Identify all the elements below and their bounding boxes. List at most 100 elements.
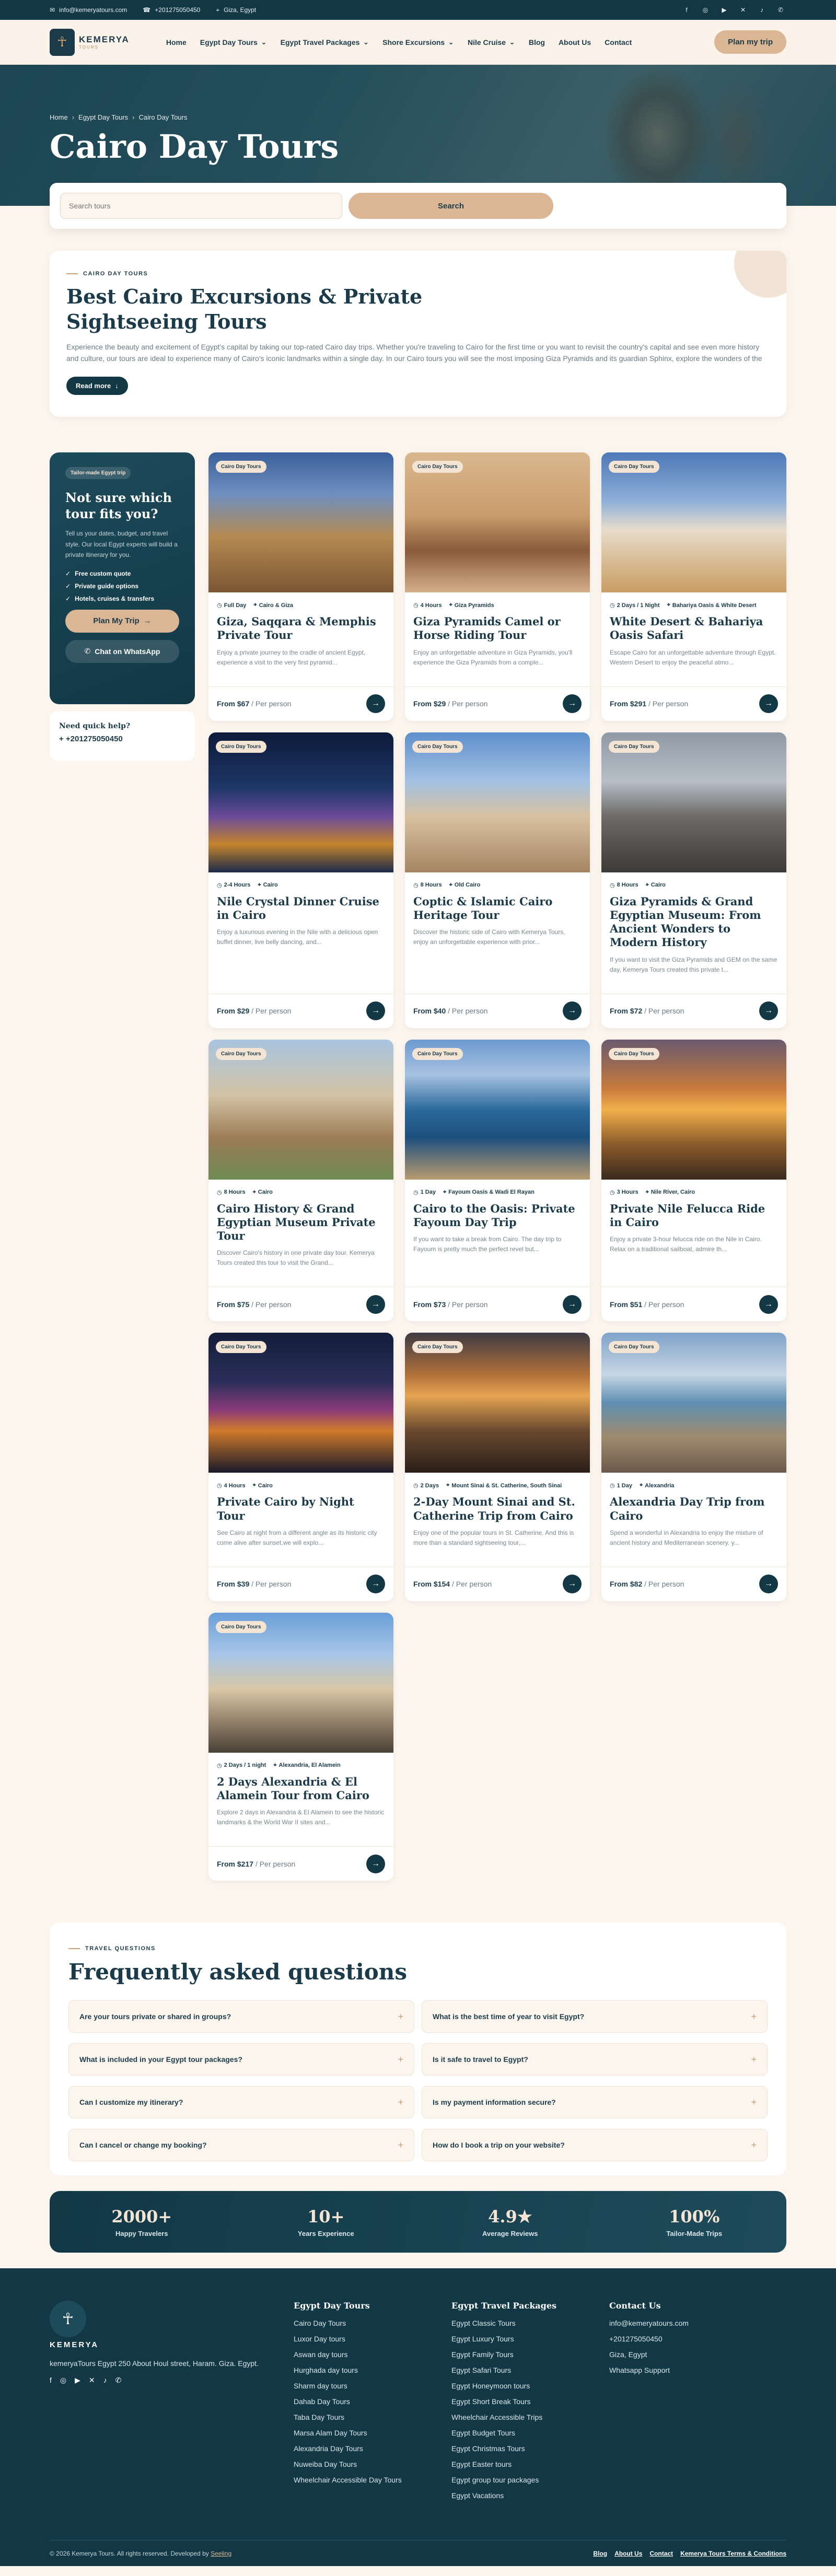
tour-card[interactable]: Cairo Day Tours ◷ 8 Hours ⌖ Cairo Cairo Histo…	[208, 1039, 393, 1322]
tour-image[interactable]: Cairo Day Tours	[601, 452, 786, 592]
footer-link[interactable]: Wheelchair Accessible Day Tours	[294, 2476, 451, 2484]
breadcrumb-egypt-day-tours[interactable]: Egypt Day Tours	[78, 113, 128, 121]
facebook-icon[interactable]: f	[50, 2376, 52, 2385]
tour-title[interactable]: Private Cairo by Night Tour	[217, 1495, 385, 1523]
tour-title[interactable]: Giza Pyramids & Grand Egyptian Museum: F…	[610, 895, 778, 950]
view-tour-button[interactable]: →	[759, 694, 778, 713]
view-tour-button[interactable]: →	[366, 1001, 385, 1020]
footer-logo[interactable]: ☥ KEMERYA	[50, 2301, 294, 2349]
footer-link[interactable]: Egypt Family Tours	[451, 2350, 609, 2359]
view-tour-button[interactable]: →	[759, 1575, 778, 1594]
tour-card[interactable]: Cairo Day Tours ◷ 2-4 Hours ⌖ Cairo Nile Crys…	[208, 732, 393, 1028]
read-more-button[interactable]: Read more ↓	[66, 377, 128, 395]
nav-item-egypt-travel-packages[interactable]: Egypt Travel Packages ⌄	[281, 38, 369, 46]
footer-link[interactable]: Aswan day tours	[294, 2350, 451, 2359]
tour-image[interactable]: Cairo Day Tours	[405, 732, 590, 872]
faq-item[interactable]: How do I book a trip on your website? +	[422, 2129, 768, 2162]
footer-link[interactable]: Egypt Luxury Tours	[451, 2335, 609, 2343]
tour-image[interactable]: Cairo Day Tours	[601, 1333, 786, 1473]
footer-link[interactable]: Egypt Budget Tours	[451, 2429, 609, 2437]
topbar-phone[interactable]: ☎ +201275050450	[143, 6, 200, 14]
view-tour-button[interactable]: →	[759, 1295, 778, 1314]
faq-item[interactable]: Is my payment information secure? +	[422, 2086, 768, 2119]
footer-link[interactable]: Egypt Honeymoon tours	[451, 2382, 609, 2390]
view-tour-button[interactable]: →	[366, 1575, 385, 1594]
tour-card[interactable]: Cairo Day Tours ◷ Full Day ⌖ Cairo & Giza Giz…	[208, 452, 393, 721]
logo[interactable]: ☥ KEMERYA TOURS	[50, 28, 130, 56]
footer-link[interactable]: Egypt Easter tours	[451, 2460, 609, 2468]
whatsapp-icon[interactable]: ✆	[115, 2376, 122, 2385]
instagram-icon[interactable]: ◎	[60, 2376, 66, 2385]
tour-card[interactable]: Cairo Day Tours ◷ 4 Hours ⌖ Cairo Private Cai…	[208, 1333, 393, 1601]
tour-title[interactable]: Cairo History & Grand Egyptian Museum Pr…	[217, 1202, 385, 1243]
footer-link[interactable]: Marsa Alam Day Tours	[294, 2429, 451, 2437]
tour-title[interactable]: 2-Day Mount Sinai and St. Catherine Trip…	[413, 1495, 582, 1523]
tour-image[interactable]: Cairo Day Tours	[405, 1039, 590, 1180]
footer-link[interactable]: Cairo Day Tours	[294, 2319, 451, 2327]
footer-link[interactable]: Dahab Day Tours	[294, 2397, 451, 2406]
x-twitter-icon[interactable]: ✕	[737, 4, 749, 16]
footer-link[interactable]: Egypt Christmas Tours	[451, 2444, 609, 2453]
view-tour-button[interactable]: →	[563, 1295, 582, 1314]
view-tour-button[interactable]: →	[563, 1001, 582, 1020]
footer-link[interactable]: Whatsapp Support	[609, 2366, 767, 2374]
footer-link[interactable]: Luxor Day tours	[294, 2335, 451, 2343]
tour-image[interactable]: Cairo Day Tours	[208, 1333, 393, 1473]
faq-item[interactable]: Can I customize my itinerary? +	[68, 2086, 414, 2119]
tour-card[interactable]: Cairo Day Tours ◷ 1 Day ⌖ Fayoum Oasis & Wad…	[405, 1039, 590, 1322]
search-input[interactable]	[60, 193, 342, 219]
footer-link[interactable]: Nuweiba Day Tours	[294, 2460, 451, 2468]
tour-card[interactable]: Cairo Day Tours ◷ 4 Hours ⌖ Giza Pyramids Giz…	[405, 452, 590, 721]
footer-link[interactable]: Hurghada day tours	[294, 2366, 451, 2374]
tour-image[interactable]: Cairo Day Tours	[405, 452, 590, 592]
footer-bottom-link-about-us[interactable]: About Us	[614, 2550, 642, 2557]
footer-link[interactable]: Alexandria Day Tours	[294, 2444, 451, 2453]
view-tour-button[interactable]: →	[366, 1854, 385, 1873]
tour-image[interactable]: Cairo Day Tours	[405, 1333, 590, 1473]
sidebar-plan-trip-button[interactable]: Plan My Trip →	[65, 609, 179, 633]
tiktok-icon[interactable]: ♪	[756, 4, 768, 16]
nav-item-about-us[interactable]: About Us	[559, 38, 591, 46]
nav-item-egypt-day-tours[interactable]: Egypt Day Tours ⌄	[200, 38, 267, 46]
chat-whatsapp-button[interactable]: ✆ Chat on WhatsApp	[65, 639, 179, 663]
footer-bottom-link-contact[interactable]: Contact	[649, 2550, 673, 2557]
footer-link[interactable]: Giza, Egypt	[609, 2350, 767, 2359]
tour-card[interactable]: Cairo Day Tours ◷ 2 Days / 1 Night ⌖ Bahariy…	[601, 452, 786, 721]
instagram-icon[interactable]: ◎	[700, 4, 711, 16]
tiktok-icon[interactable]: ♪	[103, 2376, 107, 2385]
faq-item[interactable]: Are your tours private or shared in grou…	[68, 2000, 414, 2033]
nav-item-contact[interactable]: Contact	[605, 38, 632, 46]
nav-item-nile-cruise[interactable]: Nile Cruise ⌄	[468, 38, 515, 46]
facebook-icon[interactable]: f	[681, 4, 692, 16]
tour-card[interactable]: Cairo Day Tours ◷ 8 Hours ⌖ Old Cairo Coptic …	[405, 732, 590, 1028]
footer-link[interactable]: Sharm day tours	[294, 2382, 451, 2390]
youtube-icon[interactable]: ▶	[718, 4, 730, 16]
footer-link[interactable]: +201275050450	[609, 2335, 767, 2343]
footer-bottom-link-blog[interactable]: Blog	[593, 2550, 607, 2557]
topbar-email[interactable]: ✉ info@kemeryatours.com	[50, 6, 127, 14]
youtube-icon[interactable]: ▶	[75, 2376, 80, 2385]
view-tour-button[interactable]: →	[366, 694, 385, 713]
tour-image[interactable]: Cairo Day Tours	[601, 732, 786, 872]
footer-link[interactable]: Wheelchair Accessible Trips	[451, 2413, 609, 2421]
footer-link[interactable]: Egypt Short Break Tours	[451, 2397, 609, 2406]
tour-card[interactable]: Cairo Day Tours ◷ 2 Days / 1 night ⌖ Alexand…	[208, 1612, 393, 1881]
tour-image[interactable]: Cairo Day Tours	[208, 1039, 393, 1180]
nav-item-blog[interactable]: Blog	[529, 38, 545, 46]
tour-image[interactable]: Cairo Day Tours	[208, 1612, 393, 1753]
tour-title[interactable]: Cairo to the Oasis: Private Fayoum Day T…	[413, 1202, 582, 1230]
tour-card[interactable]: Cairo Day Tours ◷ 1 Day ⌖ Alexandria Alexandr…	[601, 1333, 786, 1601]
nav-item-shore-excursions[interactable]: Shore Excursions ⌄	[382, 38, 454, 46]
tour-card[interactable]: Cairo Day Tours ◷ 8 Hours ⌖ Cairo Giza Pyrami…	[601, 732, 786, 1028]
tour-title[interactable]: White Desert & Bahariya Oasis Safari	[610, 615, 778, 643]
tour-title[interactable]: Giza Pyramids Camel or Horse Riding Tour	[413, 615, 582, 643]
view-tour-button[interactable]: →	[563, 1575, 582, 1594]
tour-title[interactable]: Coptic & Islamic Cairo Heritage Tour	[413, 895, 582, 923]
footer-link[interactable]: Egypt Vacations	[451, 2491, 609, 2500]
tour-card[interactable]: Cairo Day Tours ◷ 2 Days ⌖ Mount Sinai & St.…	[405, 1333, 590, 1601]
view-tour-button[interactable]: →	[563, 694, 582, 713]
tour-title[interactable]: 2 Days Alexandria & El Alamein Tour from…	[217, 1775, 385, 1803]
tour-title[interactable]: Alexandria Day Trip from Cairo	[610, 1495, 778, 1523]
faq-item[interactable]: What is included in your Egypt tour pack…	[68, 2043, 414, 2076]
search-button[interactable]: Search	[349, 193, 553, 219]
